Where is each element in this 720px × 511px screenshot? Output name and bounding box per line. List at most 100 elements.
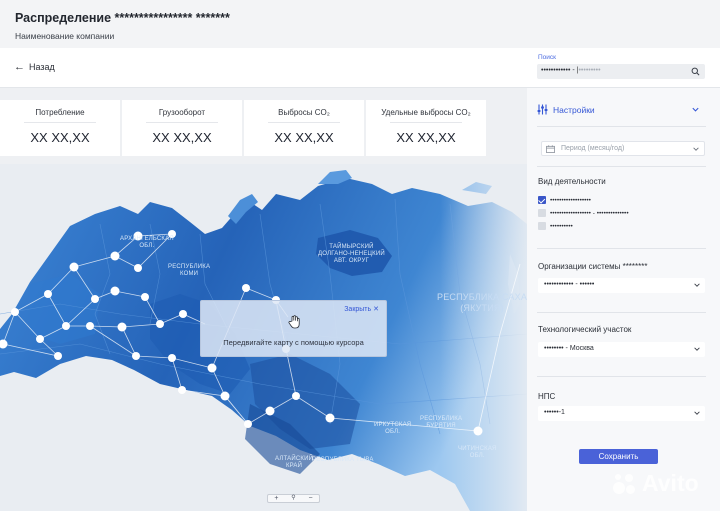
network-node <box>110 286 120 296</box>
avito-wordmark: Avito <box>642 470 699 496</box>
checkbox-checked[interactable] <box>538 196 546 204</box>
avito-watermark: Avito <box>612 470 699 497</box>
network-node <box>179 310 187 318</box>
zoom-control: + ⚲ − <box>267 494 320 503</box>
network-node <box>473 426 483 436</box>
network-node <box>54 352 62 360</box>
metric-cards: Потребление XX XX,XX Грузооборот XX XX,X… <box>0 100 486 156</box>
activity-title: Вид деятельности <box>538 177 606 186</box>
map-label-arkhangelsk: АРХАНГЕЛЬСКАЯ ОБЛ. <box>120 236 174 249</box>
arrow-left-icon: ← <box>14 60 25 73</box>
network-node <box>292 392 300 400</box>
nps-title: НПС <box>538 392 556 401</box>
period-placeholder: Период (месяц/год) <box>561 145 625 152</box>
back-button[interactable]: ← Назад <box>14 60 55 73</box>
metric-card-emissions: Выбросы CO₂ XX XX,XX <box>244 100 364 156</box>
chevron-down-icon <box>694 411 700 415</box>
metric-card-consumption: Потребление XX XX,XX <box>0 100 120 156</box>
activity-option-label: •••••••••••••••••• - •••••••••••••• <box>550 209 629 217</box>
org-title: Организации системы ******** <box>538 262 648 271</box>
checkbox[interactable] <box>538 222 546 230</box>
search-input[interactable]: •••••••••••• - |••••••••• <box>537 64 705 79</box>
map-label-komi: РЕСПУБЛИКА КОМИ <box>168 264 211 277</box>
network-node <box>325 413 335 423</box>
metric-value: XX XX,XX <box>152 130 212 145</box>
network-node <box>220 391 230 401</box>
map-label-chita: ЧИТИНСКАЯ ОБЛ. <box>458 446 497 459</box>
network-node <box>69 262 79 272</box>
search-placeholder: ••••••••• <box>578 67 601 74</box>
network-node <box>244 420 252 428</box>
network-node <box>265 406 275 416</box>
activity-option[interactable]: •••••••••• <box>538 222 573 230</box>
network-node <box>44 290 52 298</box>
filters-panel: Настройки Период (месяц/год) Вид деятель… <box>527 88 720 511</box>
chevron-down-icon[interactable] <box>691 105 700 114</box>
hand-cursor-icon <box>288 315 300 329</box>
activity-option-label: •••••••••• <box>550 222 573 230</box>
chevron-down-icon <box>694 347 700 351</box>
nps-select[interactable]: ••••••-1 <box>538 406 705 421</box>
metric-label: Выбросы CO₂ <box>278 108 330 117</box>
tech-select[interactable]: •••••••• - Москва <box>538 342 705 357</box>
avito-logo-icon <box>612 472 638 496</box>
map-label-sakha: РЕСПУБЛИКА САХА (ЯКУТИЯ) <box>437 292 527 313</box>
page-header: Распределение **************** ******* Н… <box>0 0 720 48</box>
close-icon: ✕ <box>373 306 379 313</box>
page-title: Распределение **************** ******* <box>15 11 230 25</box>
network-node <box>132 352 140 360</box>
network-node <box>242 284 250 292</box>
map-label-tuva: РЕСПУБЛИКА ТЫВА <box>312 457 374 463</box>
activity-option-label: •••••••••••••••••• <box>550 196 591 204</box>
metric-value: XX XX,XX <box>274 130 334 145</box>
network-node <box>110 251 120 261</box>
toolbar: ← Назад Поиск •••••••••••• - |••••••••• <box>0 48 720 88</box>
close-label: Закрыть <box>344 306 372 313</box>
network-node <box>178 386 186 394</box>
zoom-out-button[interactable]: − <box>308 495 312 502</box>
save-button[interactable]: Сохранить <box>579 449 658 464</box>
network-node <box>36 335 44 343</box>
map-label-altai: АЛТАЙСКИЙ КРАЙ <box>275 456 314 469</box>
map-label-irkutsk: ИРКУТСКАЯ ОБЛ. <box>374 422 412 435</box>
network-node <box>207 363 217 373</box>
chevron-down-icon <box>693 147 699 151</box>
map-hint-text: Передвигайте карту с помощью курсора <box>223 338 364 347</box>
activity-option[interactable]: •••••••••••••••••• <box>538 196 591 204</box>
nps-select-value: ••••••-1 <box>544 409 565 416</box>
search-label: Поиск <box>538 54 557 61</box>
network-node <box>117 322 127 332</box>
metric-label: Потребление <box>35 108 85 117</box>
metric-label: Грузооборот <box>158 108 206 117</box>
tech-title: Технологический участок <box>538 325 632 334</box>
checkbox[interactable] <box>538 209 546 217</box>
calendar-icon <box>546 145 555 153</box>
network-node <box>11 308 19 316</box>
network-node <box>168 354 176 362</box>
metric-card-specific-emissions: Удельные выбросы CO₂ XX XX,XX <box>366 100 486 156</box>
network-node <box>141 293 149 301</box>
metric-value: XX XX,XX <box>30 130 90 145</box>
chevron-down-icon <box>694 283 700 287</box>
org-select[interactable]: •••••••••••• - •••••• <box>538 278 705 293</box>
activity-option[interactable]: •••••••••••••••••• - •••••••••••••• <box>538 209 629 217</box>
metric-value: XX XX,XX <box>396 130 456 145</box>
metric-card-freight: Грузооборот XX XX,XX <box>122 100 242 156</box>
tech-select-value: •••••••• - Москва <box>544 345 594 352</box>
period-picker[interactable]: Период (месяц/год) <box>541 141 705 156</box>
settings-toggle[interactable]: Настройки <box>537 104 595 115</box>
network-node <box>86 322 94 330</box>
close-button[interactable]: Закрыть ✕ <box>344 305 379 313</box>
search-value: •••••••••••• - |••••••••• <box>541 67 601 74</box>
map-hint-popup: Закрыть ✕ Передвигайте карту с помощью к… <box>200 300 387 357</box>
metric-label: Удельные выбросы CO₂ <box>381 108 471 117</box>
back-label: Назад <box>29 62 55 72</box>
map-label-buryatia: РЕСПУБЛИКА БУРЯТИЯ <box>420 416 463 429</box>
network-node <box>62 322 70 330</box>
network-node <box>134 264 142 272</box>
network-node <box>91 295 99 303</box>
zoom-in-button[interactable]: + <box>274 495 278 502</box>
search-typed: •••••••••••• - <box>541 67 575 74</box>
search-icon[interactable] <box>691 67 700 76</box>
network-node <box>156 320 164 328</box>
